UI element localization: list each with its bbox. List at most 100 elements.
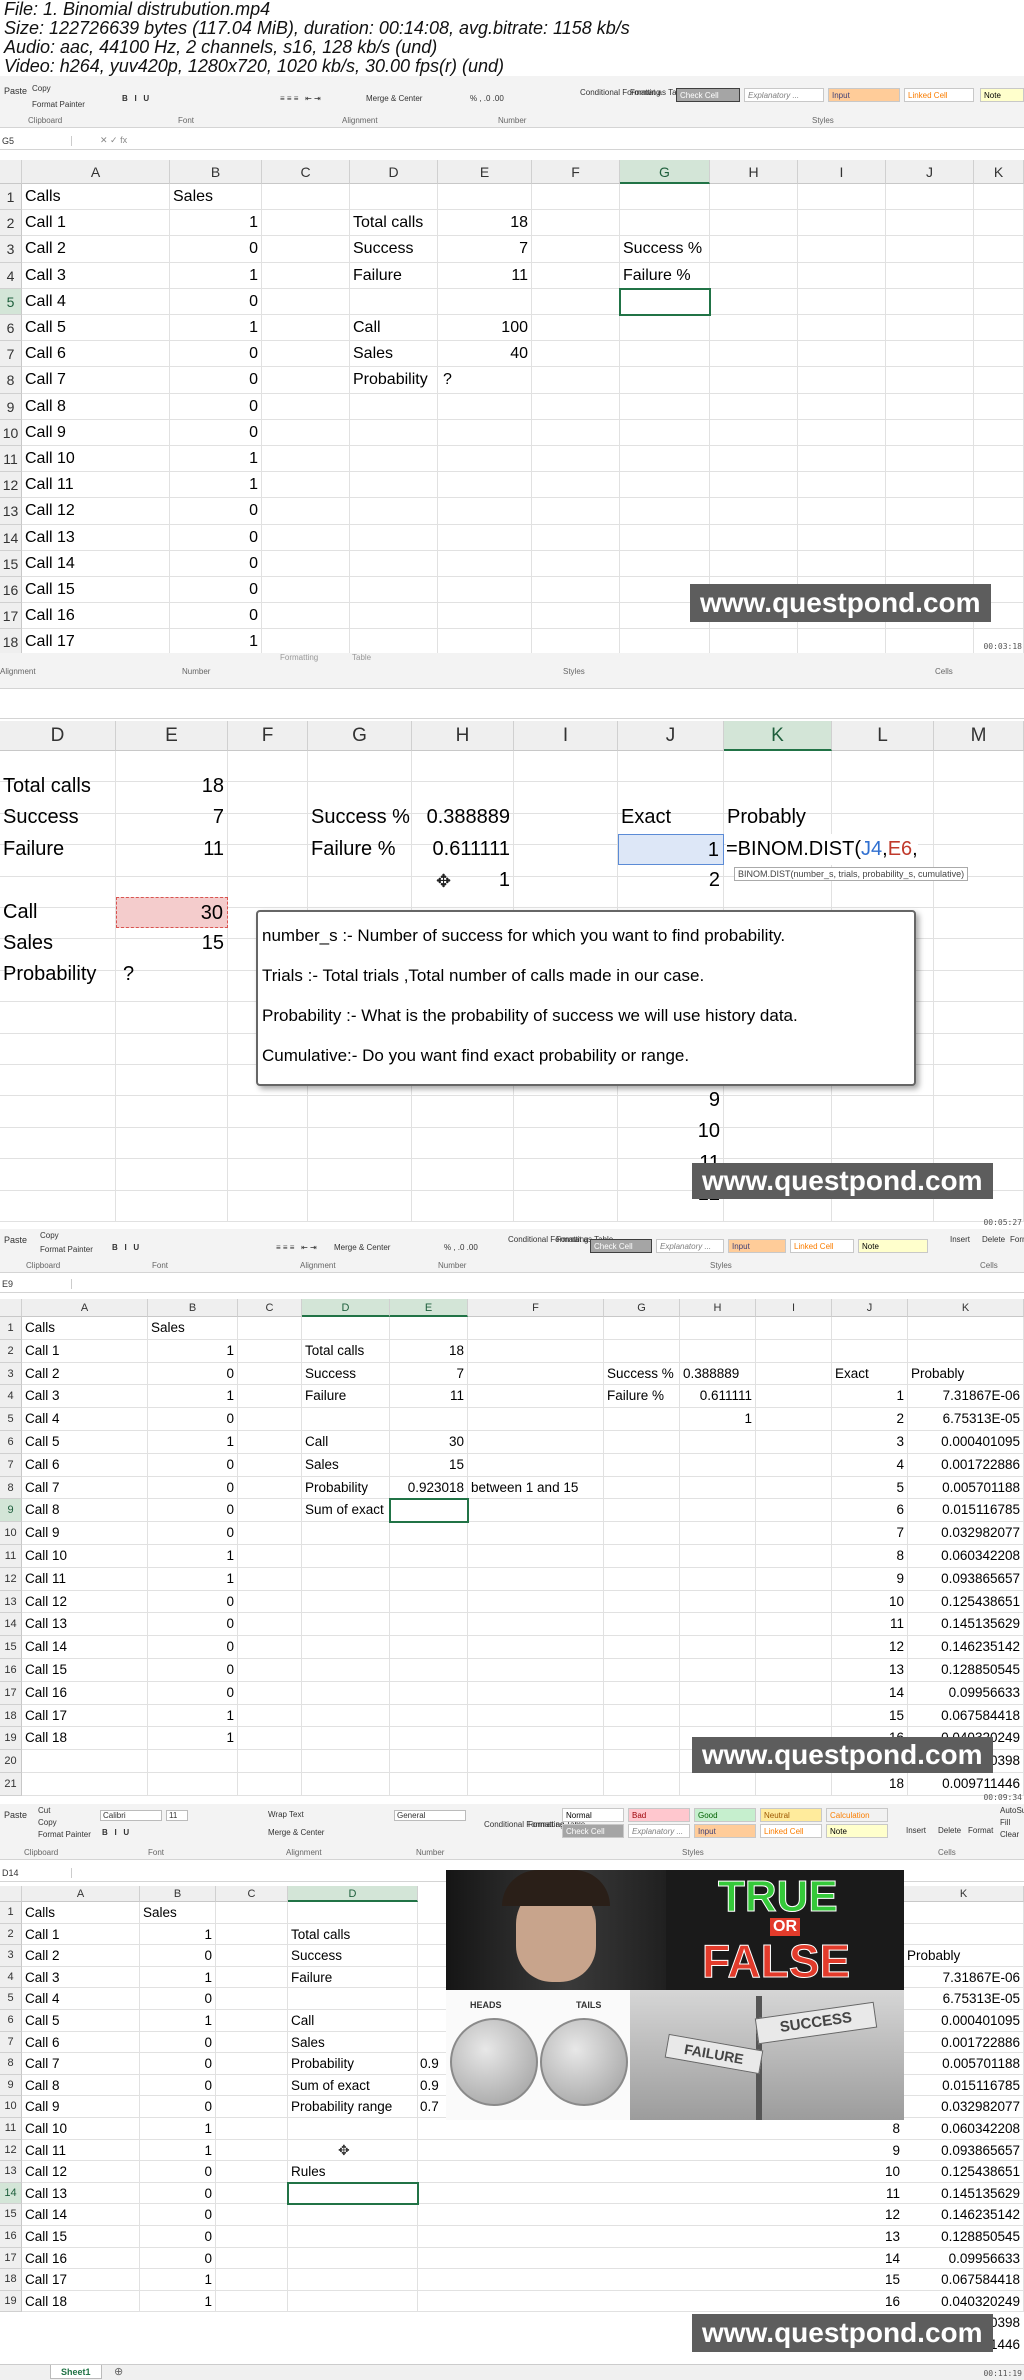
clear-button[interactable]: Clear [1000,1830,1019,1839]
style-input[interactable]: Input [728,1239,786,1253]
row-header[interactable]: 2 [0,1339,22,1363]
row-header[interactable]: 11 [0,2118,22,2140]
column-header-a[interactable]: A [22,160,170,184]
row-header[interactable]: 9 [0,2074,22,2097]
cut-button[interactable]: Cut [38,1806,50,1815]
style-note[interactable]: Note [826,1824,888,1838]
paste-button[interactable]: Paste [4,1235,27,1245]
row-header[interactable]: 13 [0,2161,22,2183]
style-linked-cell[interactable]: Linked Cell [790,1239,854,1253]
style-check-cell[interactable]: Check Cell [676,88,740,102]
bold-button[interactable]: B I U [102,1828,129,1837]
select-all-corner[interactable] [0,1886,22,1902]
style-input[interactable]: Input [694,1824,756,1838]
row-header[interactable]: 19 [0,1727,22,1751]
column-header-b[interactable]: B [140,1886,216,1902]
wrap-text-button[interactable]: Wrap Text [268,1810,304,1819]
delete-button[interactable]: Delete [938,1826,961,1835]
column-header-j[interactable]: J [832,1299,908,1317]
row-header[interactable]: 3 [0,236,22,263]
row-header[interactable]: 7 [0,341,22,368]
format-painter-button[interactable]: Format Painter [38,1830,91,1839]
column-header-e[interactable]: E [116,721,228,751]
format-painter-button[interactable]: Format Painter [40,1245,93,1254]
column-header-c[interactable]: C [238,1299,302,1317]
column-header-k[interactable]: K [904,1886,1024,1902]
style-normal[interactable]: Normal [562,1808,624,1822]
style-explanatory[interactable]: Explanatory ... [656,1239,724,1253]
style-input[interactable]: Input [828,88,900,102]
row-header[interactable]: 4 [0,262,22,289]
row-header[interactable]: 17 [0,1681,22,1705]
align-buttons[interactable]: ≡ ≡ ≡ ⇤ ⇥ [280,94,321,103]
active-cell-e9[interactable] [389,1498,469,1524]
row-header[interactable]: 18 [0,2269,22,2291]
style-explanatory[interactable]: Explanatory ... [628,1824,690,1838]
merge-center-button[interactable]: Merge & Center [334,1243,390,1252]
row-header[interactable]: 17 [0,603,22,630]
sheet-tab[interactable]: Sheet1 [50,2365,102,2379]
name-box[interactable]: E9 [2,1279,72,1289]
column-header-d[interactable]: D [302,1299,390,1317]
select-all-corner[interactable] [0,1299,22,1317]
style-calculation[interactable]: Calculation [826,1808,888,1822]
row-header[interactable]: 20 [0,1750,22,1773]
active-cell-d14[interactable] [287,2181,419,2206]
row-header[interactable]: 1 [0,1317,22,1340]
style-good[interactable]: Good [694,1808,756,1822]
row-header[interactable]: 7 [0,1453,22,1477]
row-header[interactable]: 15 [0,1636,22,1659]
row-header[interactable]: 16 [0,2226,22,2248]
column-header-g[interactable]: G [604,1299,680,1317]
row-header[interactable]: 12 [0,2139,22,2162]
column-header-f[interactable]: F [468,1299,604,1317]
bold-button[interactable]: B I U [112,1243,139,1252]
style-check-cell[interactable]: Check Cell [562,1824,624,1838]
column-header-c[interactable]: C [216,1886,288,1902]
format-button[interactable]: Format [968,1826,993,1835]
number-format-buttons[interactable]: % , .0 .00 [470,94,504,103]
formula-bar[interactable] [0,691,1024,719]
row-header[interactable]: 9 [0,1499,22,1523]
column-header-j[interactable]: J [886,160,974,184]
column-header-h[interactable]: H [710,160,798,184]
row-header[interactable]: 21 [0,1773,22,1796]
row-header[interactable]: 15 [0,550,22,577]
row-header[interactable]: 3 [0,1362,22,1386]
insert-button[interactable]: Insert [950,1235,970,1244]
formula-in-cell[interactable]: =BINOM.DIST(J4,E6, [726,833,918,866]
row-header[interactable]: 18 [0,629,22,653]
column-header-f[interactable]: F [532,160,620,184]
name-box[interactable]: G5 [2,136,72,146]
column-header-a[interactable]: A [22,1299,148,1317]
paste-button[interactable]: Paste [4,1810,27,1820]
column-header-i[interactable]: I [798,160,886,184]
row-header[interactable]: 17 [0,2247,22,2270]
row-header[interactable]: 15 [0,2204,22,2226]
row-header[interactable]: 13 [0,498,22,525]
active-cell-g5[interactable] [619,287,711,316]
font-size-select[interactable]: 11 [166,1810,188,1821]
row-header[interactable]: 16 [0,1659,22,1682]
row-header[interactable]: 5 [0,288,22,315]
row-header[interactable]: 8 [0,1476,22,1500]
fill-button[interactable]: Fill [1000,1818,1010,1827]
row-header[interactable]: 16 [0,577,22,604]
row-header[interactable]: 6 [0,315,22,342]
style-explanatory[interactable]: Explanatory ... [744,88,824,102]
row-header[interactable]: 19 [0,2290,22,2313]
add-sheet-icon[interactable]: ⊕ [114,2365,123,2378]
copy-button[interactable]: Copy [38,1818,57,1827]
row-header[interactable]: 2 [0,210,22,237]
row-header[interactable]: 5 [0,1988,22,2010]
row-header[interactable]: 12 [0,1567,22,1591]
column-header-f[interactable]: F [228,721,308,751]
name-box[interactable]: D14 [2,1868,72,1878]
number-format-select[interactable]: General [394,1810,466,1821]
formula-bar[interactable]: E9 [0,1277,1024,1293]
style-note[interactable]: Note [858,1239,928,1253]
format-painter-button[interactable]: Format Painter [32,100,85,109]
number-format-buttons[interactable]: % , .0 .00 [444,1243,478,1252]
row-header[interactable]: 10 [0,1522,22,1545]
column-header-b[interactable]: B [170,160,262,184]
